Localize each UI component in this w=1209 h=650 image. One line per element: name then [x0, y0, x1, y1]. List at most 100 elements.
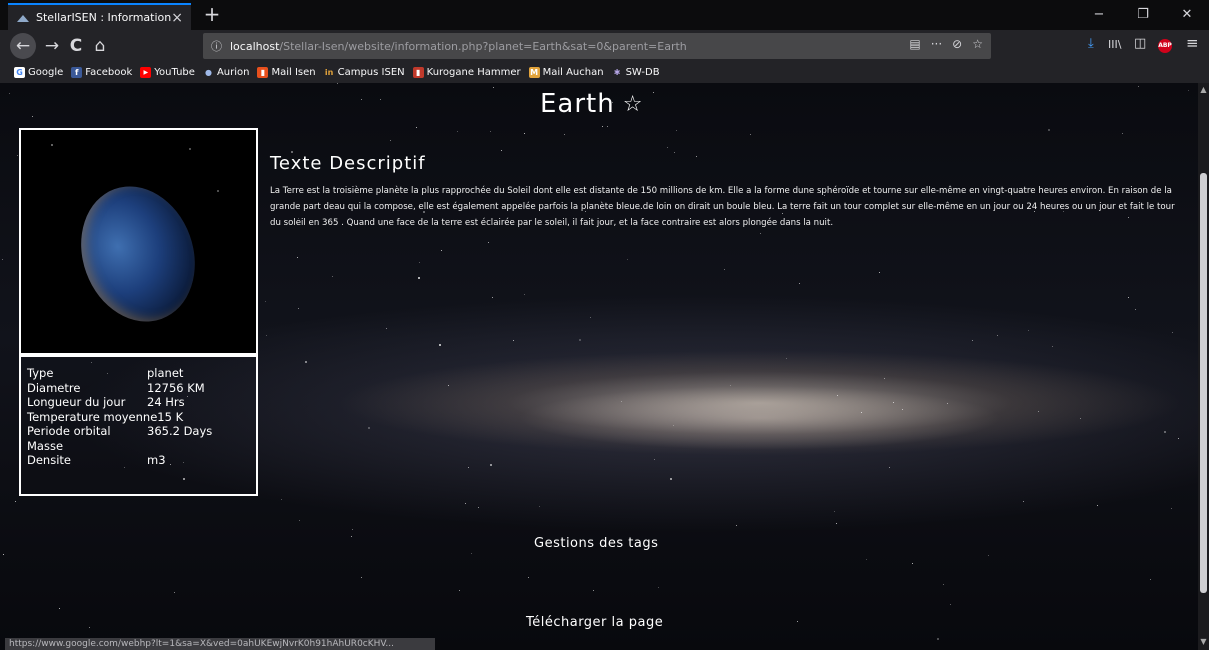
bookmark-label: Aurion: [216, 67, 250, 78]
background-star: [937, 638, 939, 640]
bookmark-kurogane-hammer[interactable]: ▮ Kurogane Hammer: [412, 67, 521, 78]
reader-view-icon[interactable]: ▤: [909, 37, 920, 51]
info-row-diametre: Diametre 12756 KM: [27, 381, 250, 396]
page-scrollbar[interactable]: ▲ ▼: [1198, 83, 1209, 650]
download-page-link[interactable]: Télécharger la page: [526, 615, 663, 630]
background-star: [997, 335, 998, 336]
bookmark-google[interactable]: G Google: [14, 67, 63, 78]
background-star: [1052, 346, 1053, 347]
background-star: [627, 259, 628, 260]
background-star: [524, 133, 525, 134]
info-value: 15 K: [157, 409, 184, 424]
downloads-icon[interactable]: ⤓: [1088, 36, 1094, 51]
sidebar-icon[interactable]: ◫: [1134, 36, 1146, 51]
scroll-thumb[interactable]: [1200, 173, 1207, 593]
image-star: [51, 144, 53, 146]
mail-auchan-icon: M: [528, 67, 540, 78]
background-star: [879, 272, 880, 273]
background-star: [352, 529, 353, 530]
background-star: [478, 507, 479, 508]
campus-isen-icon: in: [324, 68, 334, 77]
background-star: [607, 126, 608, 127]
minimize-button[interactable]: −: [1077, 0, 1121, 30]
info-row-masse: Masse: [27, 439, 250, 454]
background-star: [1150, 579, 1151, 580]
background-star: [1038, 411, 1039, 412]
earth-globe-image: [62, 170, 214, 338]
background-star: [524, 294, 525, 295]
menu-icon[interactable]: ≡: [1186, 34, 1199, 52]
info-row-type: Type planet: [27, 366, 250, 381]
background-star: [972, 340, 973, 341]
bookmark-star-icon[interactable]: ☆: [972, 37, 983, 51]
background-star: [332, 276, 333, 277]
reload-button[interactable]: C: [64, 34, 88, 58]
info-value: 12756 KM: [147, 380, 205, 395]
home-button[interactable]: ⌂: [88, 34, 112, 58]
background-star: [579, 339, 581, 341]
back-button[interactable]: ←: [10, 33, 36, 59]
status-bar-url: https://www.google.com/webhp?lt=1&sa=X&v…: [5, 638, 435, 650]
bookmark-aurion[interactable]: ● Aurion: [203, 67, 250, 78]
background-star: [471, 553, 472, 554]
info-row-periode-orbital: Periode orbital 365.2 Days: [27, 424, 250, 439]
scroll-up-icon[interactable]: ▲: [1198, 85, 1209, 94]
bookmark-campus-isen[interactable]: in Campus ISEN: [324, 67, 405, 78]
background-star: [305, 361, 307, 363]
active-tab[interactable]: StellarISEN : Information ×: [8, 3, 191, 30]
manage-tags-link[interactable]: Gestions des tags: [534, 536, 658, 551]
background-star: [1172, 332, 1173, 333]
background-star: [1138, 86, 1139, 87]
bookmark-facebook[interactable]: f Facebook: [71, 67, 132, 78]
background-star: [457, 131, 458, 132]
background-star: [1178, 438, 1179, 439]
page-actions-icon[interactable]: ···: [931, 37, 942, 51]
restore-button[interactable]: ❐: [1121, 0, 1165, 30]
image-star: [217, 190, 219, 192]
info-key: Longueur du jour: [27, 395, 126, 409]
bookmark-label: YouTube: [154, 67, 195, 78]
aurion-icon: ●: [204, 68, 212, 77]
background-star: [786, 358, 787, 359]
image-star: [189, 148, 191, 150]
bookmark-youtube[interactable]: ▶ YouTube: [140, 67, 195, 78]
info-row-temperature: Temperature moyenne 15 K: [27, 410, 250, 425]
background-star: [174, 592, 175, 593]
background-star: [834, 511, 835, 512]
background-star: [674, 152, 675, 153]
background-star: [696, 156, 697, 157]
background-star: [670, 478, 672, 480]
background-star: [501, 150, 502, 151]
background-star: [593, 590, 594, 591]
scroll-down-icon[interactable]: ▼: [1198, 637, 1209, 646]
bookmark-mail-isen[interactable]: ▮ Mail Isen: [257, 67, 316, 78]
bookmarks-toolbar: G Google f Facebook ▶ YouTube ● Aurion ▮…: [0, 62, 1209, 83]
background-star: [730, 385, 731, 386]
favorite-star-icon[interactable]: ☆: [623, 92, 644, 117]
bookmark-label: Campus ISEN: [337, 67, 405, 78]
tab-close-icon[interactable]: ×: [171, 10, 183, 26]
library-icon[interactable]: III\: [1108, 38, 1121, 51]
info-value: 365.2 Days: [147, 424, 213, 438]
close-window-button[interactable]: ✕: [1165, 0, 1209, 30]
new-tab-button[interactable]: +: [200, 3, 224, 27]
bookmark-label: SW-DB: [625, 67, 660, 78]
info-key: Type: [27, 366, 54, 380]
adblock-plus-icon[interactable]: ABP: [1158, 39, 1172, 53]
pocket-icon[interactable]: ⊘: [952, 37, 962, 51]
background-star: [281, 499, 282, 500]
bookmark-sw-db[interactable]: ✱ SW-DB: [612, 67, 660, 78]
forward-button[interactable]: →: [40, 34, 64, 58]
background-star: [988, 555, 989, 556]
background-star: [889, 467, 890, 468]
background-star: [361, 577, 362, 578]
bookmark-mail-auchan[interactable]: M Mail Auchan: [528, 67, 604, 78]
background-star: [884, 378, 885, 379]
site-info-icon[interactable]: ⓘ: [211, 38, 222, 54]
background-star: [492, 297, 493, 298]
background-star: [1188, 90, 1189, 91]
url-bar[interactable]: ⓘ localhost /Stellar-Isen/website/inform…: [203, 33, 991, 59]
background-star: [439, 344, 441, 346]
background-star: [1128, 297, 1129, 298]
background-star: [1164, 431, 1166, 433]
